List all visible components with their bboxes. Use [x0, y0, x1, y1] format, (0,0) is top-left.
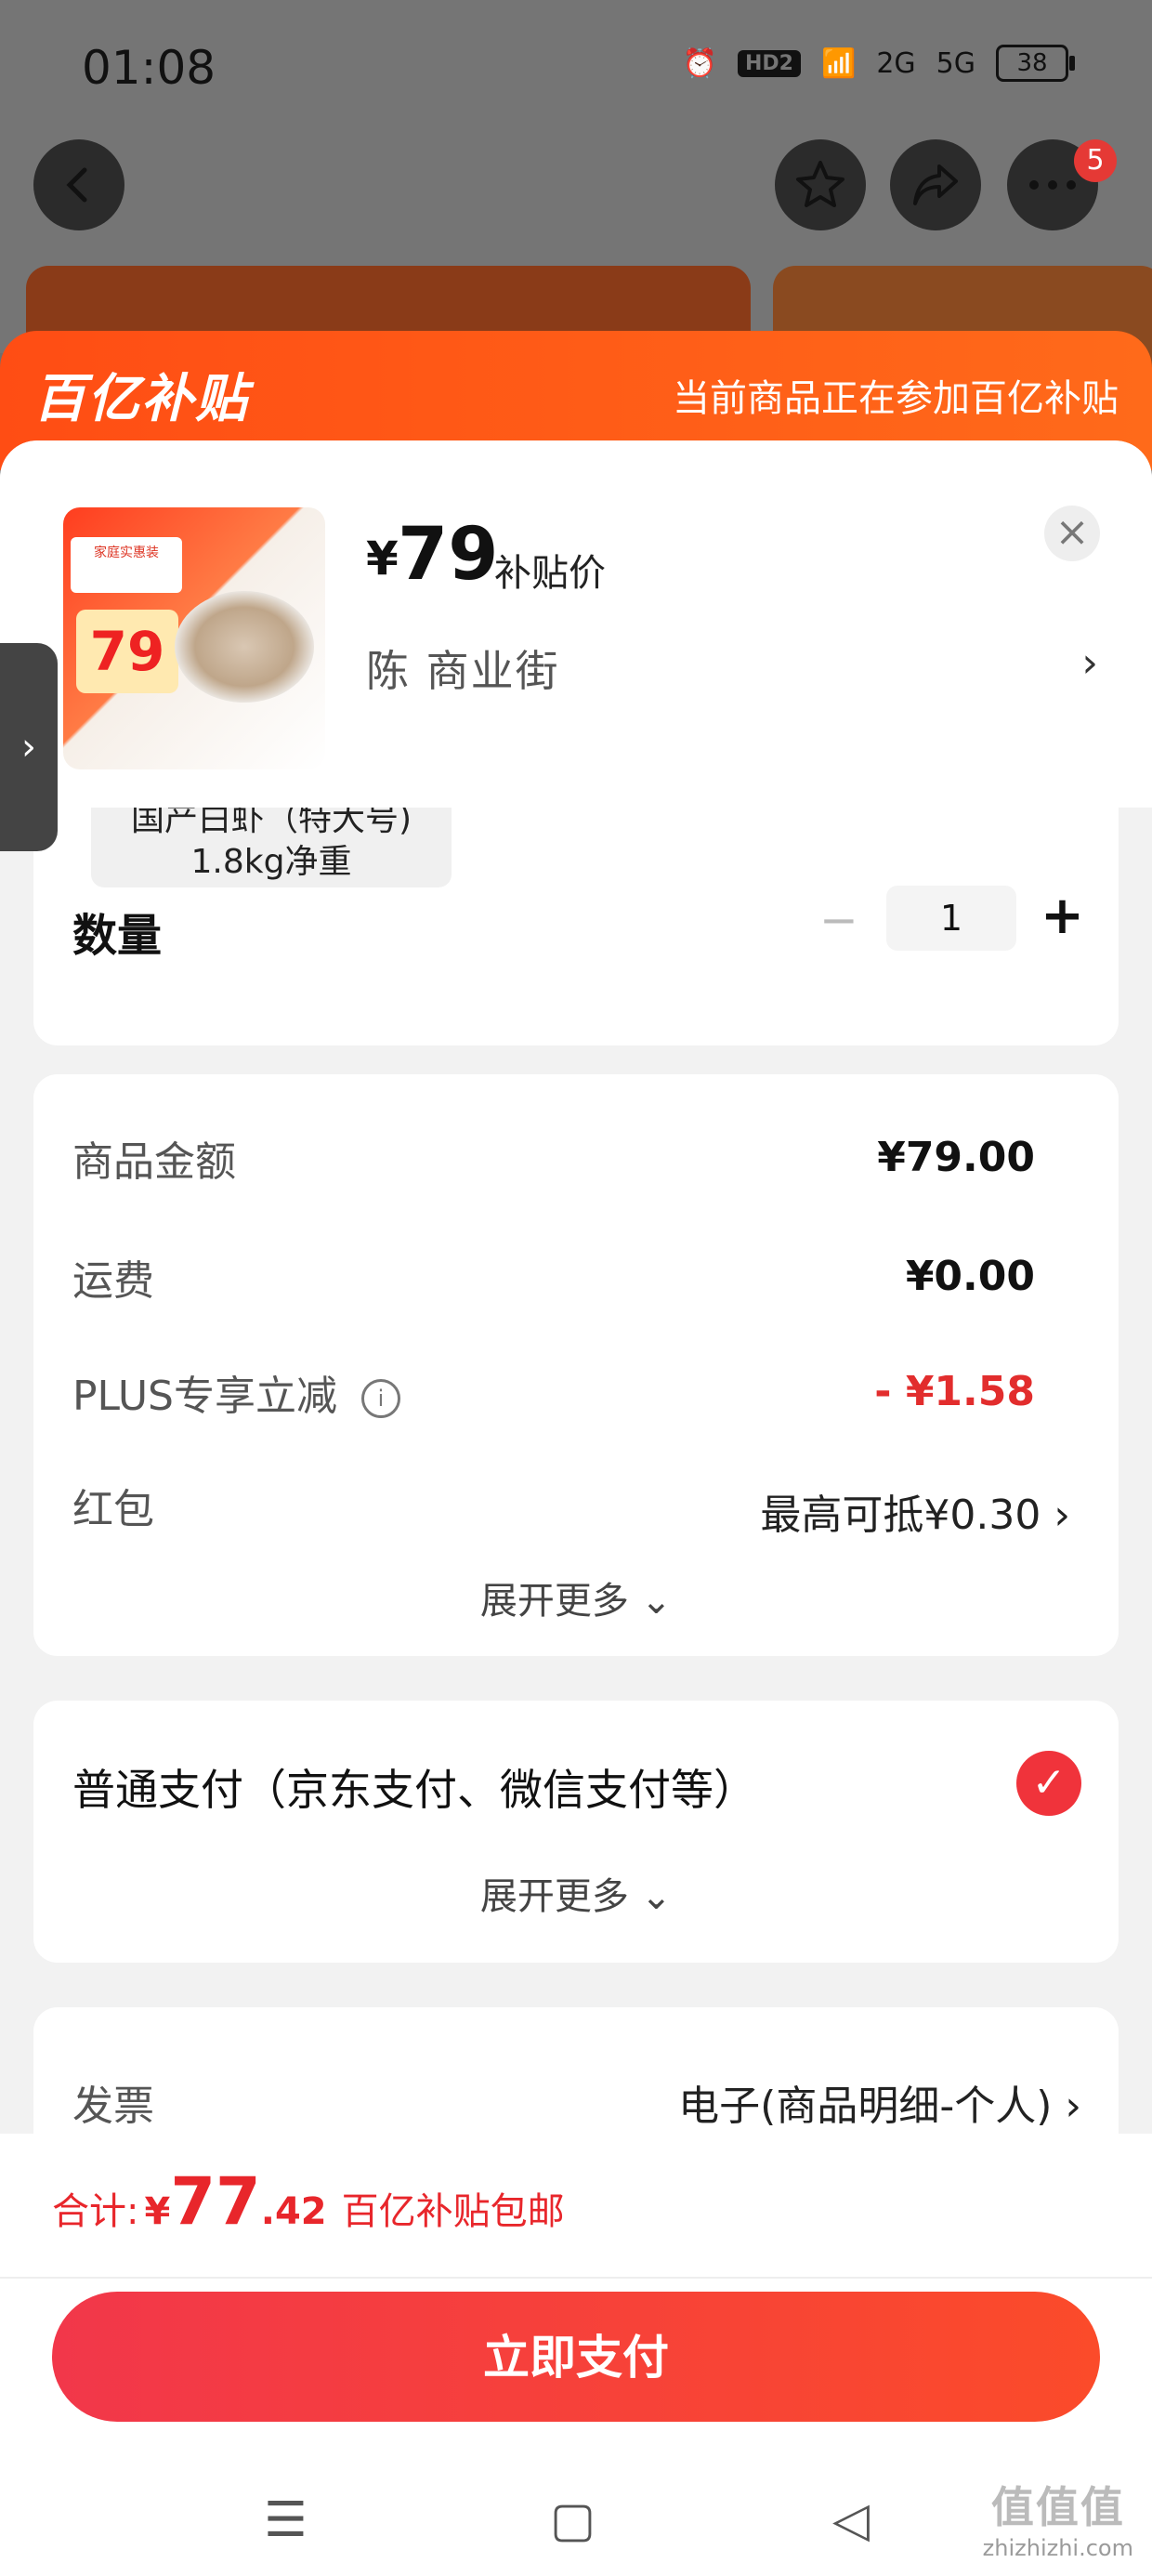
fee-summary-card: 商品金额 ¥79.00 运费 ¥0.00 PLUS专享立减 i - ¥1.58 红… [33, 1074, 1119, 1656]
red-packet-row[interactable]: 红包 最高可抵¥0.30 › [72, 1476, 1080, 1541]
price-symbol: ¥ [366, 532, 399, 585]
chevron-left-icon [66, 167, 87, 203]
back-button[interactable] [33, 139, 124, 230]
variant-chip[interactable]: 国产白虾（特大号) 1.8kg净重 [91, 808, 452, 887]
expand-more-label: 展开更多 [479, 1875, 629, 1918]
battery-icon: 38 [996, 45, 1075, 82]
home-icon[interactable]: ▢ [550, 2492, 596, 2548]
system-nav-bar: ☰ ▢ ◁ [0, 2479, 1152, 2576]
total-integer: 77 [170, 2163, 261, 2240]
total-note: 百亿补贴包邮 [341, 2190, 565, 2233]
invoice-label: 发票 [72, 2083, 154, 2130]
total-row: 合计: ¥ 77 .42 百亿补贴包邮 [52, 2163, 565, 2240]
signal-5g-icon: 5G [936, 46, 975, 80]
hd-icon: HD2 [737, 49, 801, 77]
wifi-icon: 📶 [820, 46, 857, 80]
plus-discount-value: - ¥1.58 [874, 1368, 1035, 1415]
fees-expand-more[interactable]: 展开更多 ⌄ [33, 1571, 1119, 1624]
quantity-label: 数量 [72, 910, 163, 962]
quantity-increment-button[interactable]: + [1041, 886, 1084, 946]
plus-discount-row: PLUS专享立减 i - ¥1.58 [72, 1362, 1080, 1427]
check-icon: ✓ [1031, 1759, 1067, 1807]
quantity-input[interactable]: 1 [886, 886, 1016, 951]
info-icon[interactable]: i [361, 1379, 400, 1418]
thumbnail-price: 79 [76, 610, 178, 693]
alarm-icon: ⏰ [682, 46, 717, 80]
seller-name[interactable]: 陈 商业街 [366, 637, 560, 699]
chevron-right-icon: › [21, 726, 36, 769]
share-button[interactable] [890, 139, 981, 230]
divider [0, 2277, 1152, 2279]
goods-amount-row: 商品金额 ¥79.00 [72, 1128, 1080, 1193]
close-button[interactable]: × [1044, 506, 1100, 561]
watermark-url: zhizhizhi.com [982, 2535, 1133, 2561]
red-packet-value[interactable]: 最高可抵¥0.30 › [760, 1481, 1070, 1541]
chevron-right-icon[interactable]: › [1081, 639, 1098, 687]
total-decimal: .42 [260, 2190, 327, 2233]
plus-discount-text: PLUS专享立减 [72, 1373, 337, 1420]
promo-logo: 百亿补贴 [33, 369, 249, 429]
goods-amount-label: 商品金额 [72, 1138, 236, 1186]
back-triangle-icon[interactable]: ◁ [832, 2492, 870, 2548]
payment-method-label[interactable]: 普通支付（京东支付、微信支付等） [72, 1756, 756, 1818]
share-icon [913, 164, 958, 205]
bottom-action-bar: 合计: ¥ 77 .42 百亿补贴包邮 立即支付 ☰ ▢ ◁ 值值值 zhizh… [0, 2134, 1152, 2576]
red-packet-label: 红包 [72, 1486, 154, 1533]
shrimp-image [175, 591, 314, 703]
total-label: 合计: [52, 2190, 139, 2233]
watermark: 值值值 zhizhizhi.com [983, 2474, 1133, 2561]
chevron-right-icon: › [1065, 2083, 1081, 2130]
status-bar: 01:08 ⏰ HD2 📶 2G 5G 38 [0, 0, 1152, 139]
quantity-card: 国产白虾（特大号) 1.8kg净重 数量 − 1 + [33, 808, 1119, 1045]
close-icon: × [1054, 508, 1090, 556]
invoice-value[interactable]: 电子(商品明细-个人) › [678, 2072, 1081, 2132]
chevron-right-icon: › [1054, 1492, 1070, 1539]
pay-now-button[interactable]: 立即支付 [52, 2292, 1100, 2422]
product-price: 79 [398, 513, 499, 597]
plus-discount-label: PLUS专享立减 i [72, 1362, 400, 1422]
promo-text: 当前商品正在参加百亿补贴 [673, 377, 1119, 420]
status-time: 01:08 [82, 41, 216, 95]
notification-badge: 5 [1074, 139, 1117, 182]
red-packet-text: 最高可抵¥0.30 [760, 1492, 1041, 1539]
favorite-button[interactable] [775, 139, 866, 230]
product-header: 家庭实惠装 79 ¥ 79 补贴价 陈 商业街 › × [0, 440, 1152, 808]
shipping-value: ¥0.00 [905, 1253, 1035, 1300]
shipping-label: 运费 [72, 1257, 154, 1305]
thumbnail-tag: 家庭实惠装 [71, 537, 182, 593]
total-currency: ¥ [144, 2190, 171, 2233]
product-thumbnail[interactable]: 家庭实惠装 79 [63, 507, 325, 769]
payment-expand-more[interactable]: 展开更多 ⌄ [33, 1866, 1119, 1920]
price-tag: 补贴价 [494, 552, 606, 595]
chevron-down-icon: ⌄ [640, 1875, 673, 1918]
chevron-down-icon: ⌄ [640, 1580, 673, 1623]
invoice-value-text: 电子(商品明细-个人) [678, 2083, 1053, 2130]
payment-selected-check[interactable]: ✓ [1016, 1751, 1081, 1816]
watermark-logo: 值值值 [990, 2482, 1125, 2532]
menu-icon[interactable]: ☰ [264, 2492, 308, 2548]
status-icons: ⏰ HD2 📶 2G 5G 38 [682, 45, 1075, 82]
star-icon [796, 161, 844, 207]
expand-more-label: 展开更多 [479, 1580, 629, 1623]
side-expand-tab[interactable]: › [0, 643, 58, 851]
quantity-decrement-button[interactable]: − [819, 893, 858, 947]
signal-2g-icon: 2G [876, 46, 916, 80]
payment-card: 普通支付（京东支付、微信支付等） ✓ 展开更多 ⌄ [33, 1701, 1119, 1963]
goods-amount-value: ¥79.00 [877, 1134, 1035, 1181]
shipping-row: 运费 ¥0.00 [72, 1247, 1080, 1312]
more-dots-icon [1029, 180, 1076, 190]
